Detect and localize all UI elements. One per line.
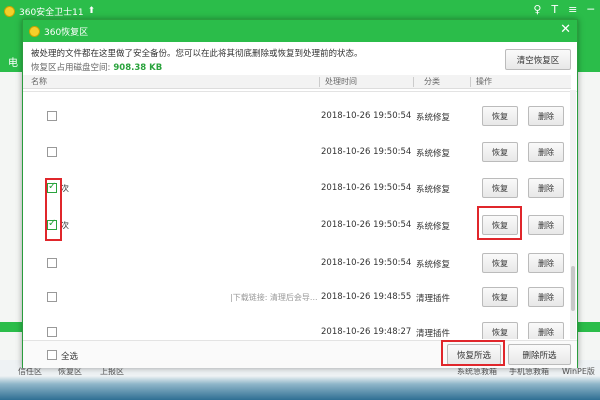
- delete-button[interactable]: 删除: [528, 322, 564, 339]
- delete-button[interactable]: 删除: [528, 142, 564, 162]
- row-checkbox[interactable]: [47, 147, 57, 157]
- row-time: 2018-10-26 19:50:54: [321, 258, 412, 268]
- restore-button[interactable]: 恢复: [482, 322, 518, 339]
- row-checkbox[interactable]: [47, 111, 57, 121]
- scrollbar-thumb[interactable]: [571, 266, 575, 311]
- restore-button[interactable]: 恢复: [482, 253, 518, 273]
- list-row[interactable]: 2018-10-26 19:50:54 系统修复 恢复 删除: [23, 134, 571, 172]
- close-icon[interactable]: ✕: [560, 23, 571, 37]
- user-icon[interactable]: ♀: [533, 3, 541, 16]
- dialog-titlebar: 360恢复区 ✕: [23, 20, 577, 42]
- app-logo-icon: [4, 5, 15, 17]
- list-row[interactable]: 次 2018-10-26 19:50:54 系统修复 恢复删除: [23, 170, 571, 208]
- row-category: 系统修复: [416, 149, 451, 159]
- bottom-toolbar: 信任区 恢复区 上报区 系统急救箱 手机急救箱 WinPE版: [0, 366, 600, 380]
- row-checkbox[interactable]: [47, 181, 57, 193]
- list-header: 名称 处理时间 分类 操作: [23, 75, 571, 89]
- column-category[interactable]: 分类: [424, 76, 440, 87]
- app-title: 360安全卫士11: [19, 7, 84, 18]
- row-category: 系统修复: [416, 113, 451, 123]
- app-side-label: 电: [8, 58, 18, 69]
- delete-selected-button[interactable]: 删除所选: [508, 344, 571, 365]
- space-value: 908.38 KB: [113, 63, 163, 73]
- row-checkbox[interactable]: [47, 218, 57, 230]
- list-row[interactable]: 2018-10-26 19:50:54 系统修复 恢复 删除: [23, 98, 571, 136]
- column-name[interactable]: 名称: [31, 76, 47, 87]
- column-divider: [470, 77, 471, 87]
- select-all-checkbox[interactable]: [47, 350, 57, 360]
- space-usage: 恢复区占用磁盘空间: 908.38 KB: [31, 61, 162, 73]
- list-row[interactable]: |下载链接: 清理后会导... 2018-10-26 19:48:55 清理插件 恢复…: [23, 279, 571, 317]
- restore-button[interactable]: 恢复: [482, 287, 518, 307]
- row-category: 系统修复: [416, 185, 451, 195]
- shirt-icon[interactable]: T: [551, 3, 558, 16]
- column-time[interactable]: 处理时间: [325, 76, 357, 87]
- app-window-controls: ♀ T ≡ ─: [533, 3, 594, 16]
- row-time: 2018-10-26 19:48:55: [321, 292, 412, 302]
- restore-button[interactable]: 恢复: [482, 178, 518, 198]
- restore-button[interactable]: 恢复: [482, 142, 518, 162]
- menu-icon[interactable]: ≡: [568, 3, 577, 16]
- row-checkbox[interactable]: [47, 292, 57, 302]
- row-category: 清理插件: [416, 329, 451, 339]
- row-category: 系统修复: [416, 260, 451, 270]
- dialog-footer: 全选 恢复所选 删除所选: [23, 340, 577, 368]
- row-name: 次: [61, 184, 69, 193]
- restore-dialog: 360恢复区 ✕ 被处理的文件都在这里做了安全备份。您可以在此将其彻底删除或恢复…: [22, 19, 578, 368]
- row-name: 次: [61, 221, 69, 230]
- list-row[interactable]: 2018-10-26 19:48:27 清理插件 恢复 删除: [23, 314, 571, 339]
- minimize-icon[interactable]: ─: [587, 3, 594, 16]
- restore-selected-button[interactable]: 恢复所选: [447, 344, 501, 365]
- row-time: 2018-10-26 19:50:54: [321, 111, 412, 121]
- column-divider: [319, 77, 320, 87]
- column-divider: [413, 77, 414, 87]
- row-note: |下载链接: 清理后会导...: [230, 293, 318, 302]
- delete-button[interactable]: 删除: [528, 215, 564, 235]
- restore-list: 2018-10-26 19:50:54 系统修复 恢复 删除 2018-10-26 19…: [23, 90, 571, 339]
- up-arrow-icon[interactable]: ⬆: [88, 6, 96, 16]
- delete-button[interactable]: 删除: [528, 178, 564, 198]
- info-text: 被处理的文件都在这里做了安全备份。您可以在此将其彻底删除或恢复到处理前的状态。: [31, 49, 363, 59]
- row-time: 2018-10-26 19:50:54: [321, 220, 412, 230]
- delete-button[interactable]: 删除: [528, 106, 564, 126]
- list-row[interactable]: 2018-10-26 19:50:54 系统修复 恢复 删除: [23, 245, 571, 283]
- dialog-title: 360恢复区: [44, 27, 89, 38]
- clear-restore-area-button[interactable]: 清空恢复区: [505, 49, 571, 70]
- row-checkbox[interactable]: [47, 327, 57, 337]
- column-action: 操作: [476, 77, 492, 86]
- row-category: 清理插件: [416, 294, 451, 304]
- row-time: 2018-10-26 19:50:54: [321, 183, 412, 193]
- row-category: 系统修复: [416, 222, 451, 232]
- row-checkbox[interactable]: [47, 258, 57, 268]
- app-side-strip-right: [575, 322, 600, 332]
- restore-button[interactable]: 恢复: [482, 106, 518, 126]
- delete-button[interactable]: 删除: [528, 253, 564, 273]
- delete-button[interactable]: 删除: [528, 287, 564, 307]
- dialog-logo-icon: [29, 25, 40, 37]
- list-row[interactable]: 次 2018-10-26 19:50:54 系统修复 恢复删除: [23, 207, 571, 245]
- row-time: 2018-10-26 19:48:27: [321, 327, 412, 337]
- row-time: 2018-10-26 19:50:54: [321, 147, 412, 157]
- list-scrollbar[interactable]: [570, 90, 576, 339]
- space-label: 恢复区占用磁盘空间:: [31, 63, 111, 73]
- select-all-label: 全选: [61, 352, 79, 362]
- restore-button[interactable]: 恢复: [482, 215, 518, 235]
